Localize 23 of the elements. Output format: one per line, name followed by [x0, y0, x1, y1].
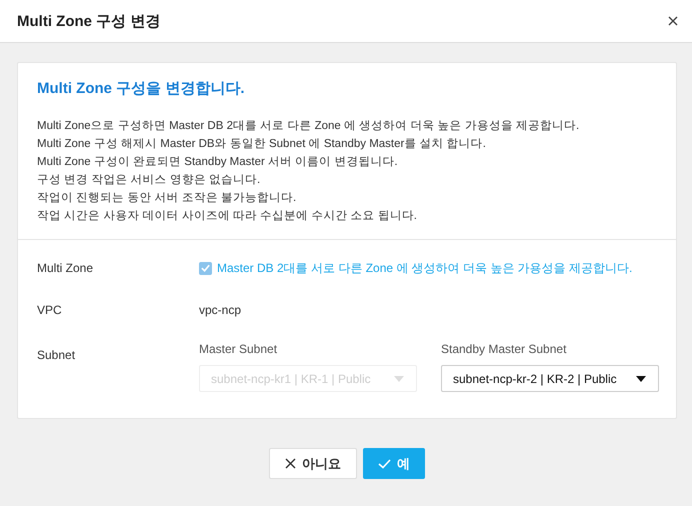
dialog-title: Multi Zone 구성 변경 — [17, 12, 160, 30]
checkmark-icon — [378, 458, 391, 469]
notice-text: 작업 시간은 사용자 데이터 사이즈에 따라 수십분에 수시간 소요 됩니다. — [37, 209, 418, 224]
subnet-dropdown[interactable]: subnet-ncp-kr-2 | KR-2 | Public — [441, 365, 659, 392]
notice-text: Multi Zone 구성이 완료되면 Standby Master 서버 이름이 변경됩니다. — [37, 155, 399, 170]
caret-icon — [394, 376, 404, 382]
close-icon[interactable] — [668, 16, 678, 26]
notice-text: 구성 변경 작업은 서비스 영향은 없습니다. — [37, 173, 262, 188]
select-label: Master Subnet — [199, 342, 278, 356]
field-label: Subnet — [37, 348, 76, 362]
field-label: Multi Zone — [37, 261, 94, 275]
cancel-button[interactable]: 아니요 — [269, 448, 357, 479]
caret-icon — [636, 376, 646, 382]
vpc-value: vpc-ncp — [199, 303, 242, 317]
checkbox[interactable] — [199, 262, 212, 274]
notice-text: Multi Zone 구성 해제시 Master DB와 동일한 Subnet 에 Standby Master를 설치 합니다. — [37, 137, 487, 152]
notice-heading: Multi Zone 구성을 변경합니다. — [37, 79, 246, 98]
close-icon — [285, 458, 296, 469]
field-label: VPC — [37, 303, 63, 317]
checkbox-label: Master DB 2대를 서로 다른 Zone 에 생성하여 더욱 높은 가용성을 제공합니다. — [217, 260, 632, 276]
select-label: Standby Master Subnet — [441, 342, 568, 356]
notice-text: 작업이 진행되는 동안 서버 조작은 불가능합니다. — [37, 191, 298, 206]
notice-text: Multi Zone으로 구성하면 Master DB 2대를 서로 다른 Zone 에 생성하여 더욱 높은 가용성을 제공합니다. — [37, 119, 580, 134]
